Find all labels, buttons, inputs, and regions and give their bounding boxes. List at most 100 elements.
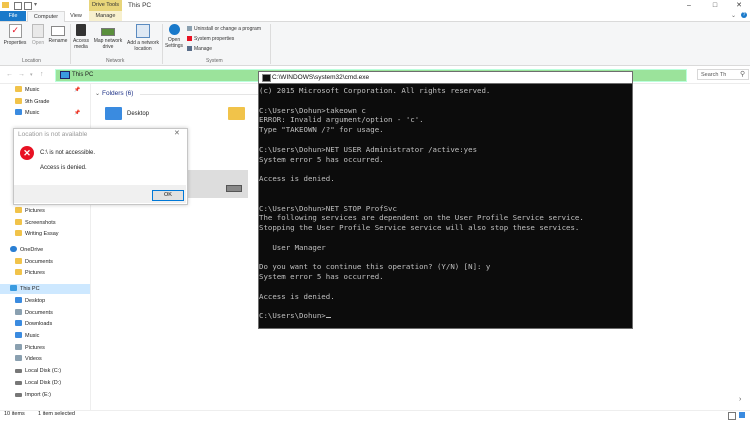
maximize-button[interactable]: □: [706, 0, 724, 11]
app-icon: [2, 2, 9, 8]
cloud-icon: [10, 246, 17, 252]
download-icon: [15, 320, 22, 326]
nav-item-music[interactable]: Music: [15, 86, 39, 95]
nav-item-screenshots[interactable]: Screenshots: [15, 219, 56, 228]
this-pc-icon: [60, 71, 70, 79]
music-icon: [15, 86, 22, 92]
open-icon: [32, 24, 44, 38]
close-button[interactable]: ✕: [730, 0, 748, 11]
folder-desktop-label[interactable]: Desktop: [127, 111, 149, 117]
nav-item-desktop[interactable]: Desktop: [15, 297, 45, 306]
nav-item-onedrive[interactable]: OneDrive: [10, 246, 43, 255]
search-icon: ⚲: [740, 71, 746, 78]
tab-computer[interactable]: Computer: [27, 11, 65, 22]
network-drive-icon: [101, 28, 115, 36]
desktop-folder-icon: [105, 107, 122, 120]
folder-icon: [15, 269, 22, 275]
music-icon: [15, 332, 22, 338]
nav-item-pictures[interactable]: Pictures: [15, 207, 45, 216]
add-network-location-button[interactable]: Add a network location: [125, 24, 161, 52]
uninstall-icon: [187, 26, 192, 31]
expand-ribbon-icon[interactable]: ⌄: [731, 12, 736, 19]
window-title: This PC: [128, 2, 152, 9]
drive-icon: [15, 369, 22, 373]
uninstall-program-button[interactable]: Uninstall or change a program: [187, 26, 261, 32]
details-view-icon[interactable]: [728, 412, 736, 420]
cmd-icon: [262, 74, 271, 82]
folder-icon: [15, 230, 22, 236]
nav-item-local-disk-d[interactable]: Local Disk (D:): [15, 379, 61, 388]
check-icon: [187, 36, 192, 41]
documents-icon: [15, 309, 22, 315]
selection-count: 1 item selected: [38, 411, 75, 417]
nav-item-downloads[interactable]: Downloads: [15, 320, 52, 329]
text-cursor: [325, 317, 331, 319]
recent-locations-icon[interactable]: ▾: [30, 72, 33, 78]
tab-view[interactable]: View: [65, 11, 87, 21]
address-path: This PC: [72, 72, 94, 78]
nav-item-import-e[interactable]: Import (E:): [15, 391, 51, 400]
minimize-button[interactable]: –: [680, 0, 698, 11]
large-icons-view-icon[interactable]: [739, 412, 745, 418]
tab-file[interactable]: File: [0, 11, 26, 21]
system-group-label: System: [206, 58, 223, 64]
pin-icon[interactable]: 📌: [74, 87, 80, 93]
nav-item-local-disk-c[interactable]: Local Disk (C:): [15, 367, 61, 376]
cmd-prompt: C:\Users\Dohun>: [259, 311, 326, 321]
open-settings-button[interactable]: Open Settings: [163, 24, 185, 49]
dialog-detail: Access is denied.: [40, 165, 87, 171]
nav-item-music[interactable]: Music: [15, 109, 39, 118]
properties-quick-icon[interactable]: [14, 2, 22, 10]
open-button[interactable]: Open: [29, 24, 47, 46]
nav-item-pictures[interactable]: Pictures: [15, 269, 45, 278]
item-count: 10 items: [4, 411, 25, 417]
media-icon: [76, 24, 86, 36]
up-arrow-icon[interactable]: ↑: [40, 71, 44, 78]
forward-arrow-icon[interactable]: →: [18, 71, 25, 78]
drive-icon: [226, 185, 242, 192]
access-media-button[interactable]: Access media: [71, 24, 91, 50]
gear-icon: [168, 24, 180, 35]
error-icon: ✕: [20, 146, 34, 160]
folder-icon: [15, 258, 22, 264]
desktop-icon: [15, 297, 22, 303]
drive-icon: [15, 381, 22, 385]
pictures-icon: [15, 344, 22, 350]
rename-button[interactable]: Rename: [48, 24, 68, 44]
nav-item-9th-grade[interactable]: 9th Grade: [15, 98, 49, 107]
cmd-title: C:\WINDOWS\system32\cmd.exe: [272, 74, 370, 81]
tab-manage[interactable]: Manage: [89, 11, 122, 21]
cmd-console-output[interactable]: (c) 2015 Microsoft Corporation. All righ…: [259, 86, 631, 321]
map-network-drive-button[interactable]: Map network drive: [92, 24, 124, 50]
folder-icon: [15, 219, 22, 225]
properties-icon: ✓: [8, 24, 22, 38]
pin-icon[interactable]: 📌: [74, 110, 80, 116]
network-location-icon: [136, 24, 150, 38]
nav-item-documents[interactable]: Documents: [15, 309, 53, 318]
new-folder-quick-icon[interactable]: [24, 2, 32, 10]
customize-quick-access-icon[interactable]: ▾: [34, 1, 37, 8]
ok-button[interactable]: OK: [152, 190, 184, 201]
videos-icon: [15, 355, 22, 361]
manage-button[interactable]: Manage: [187, 46, 212, 52]
system-properties-button[interactable]: System properties: [187, 36, 234, 42]
back-arrow-icon[interactable]: ←: [6, 71, 13, 78]
nav-item-documents[interactable]: Documents: [15, 258, 53, 267]
cmd-output-text: (c) 2015 Microsoft Corporation. All righ…: [259, 86, 584, 301]
help-icon[interactable]: ?: [741, 12, 747, 18]
folder-icon: [228, 107, 245, 120]
nav-item-this-pc[interactable]: This PC: [10, 285, 40, 294]
properties-button[interactable]: ✓ Properties: [3, 24, 27, 46]
folders-section-header[interactable]: Folders (6): [102, 90, 133, 97]
nav-item-music[interactable]: Music: [15, 332, 39, 341]
folder-icon: [15, 207, 22, 213]
dialog-title: Location is not available: [18, 131, 88, 138]
nav-item-writing-essay[interactable]: Writing Essay: [15, 230, 59, 239]
collapse-chevron-icon[interactable]: ⌄: [95, 90, 100, 97]
nav-item-pictures[interactable]: Pictures: [15, 344, 45, 353]
drive-icon: [15, 393, 22, 397]
nav-item-videos[interactable]: Videos: [15, 355, 42, 364]
ribbon-separator: [270, 24, 271, 64]
dialog-close-icon[interactable]: ✕: [174, 129, 180, 137]
scroll-arrow-icon[interactable]: ›: [739, 396, 741, 403]
